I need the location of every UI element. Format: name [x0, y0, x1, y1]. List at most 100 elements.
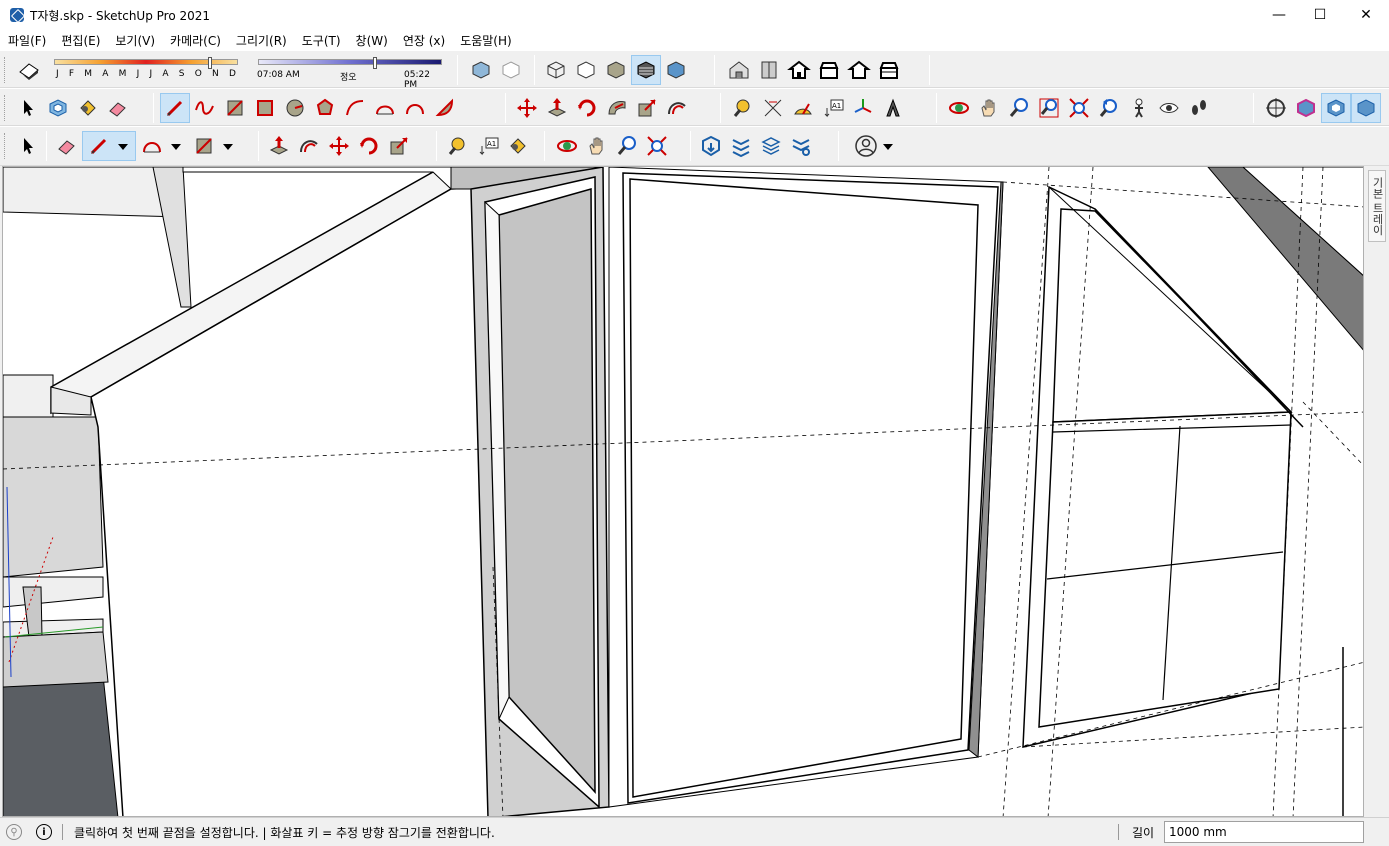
follow-me-icon[interactable] — [602, 93, 632, 123]
paint-bucket-icon[interactable] — [503, 131, 533, 161]
extension-manager-icon[interactable] — [786, 131, 816, 161]
menu-edit[interactable]: 편집(E) — [53, 32, 107, 49]
look-around-icon[interactable] — [1154, 93, 1184, 123]
top-view-icon[interactable] — [754, 55, 784, 85]
text-tool-icon[interactable]: A1 — [818, 93, 848, 123]
display-section-cuts-icon[interactable] — [1321, 93, 1351, 123]
make-component-icon[interactable] — [43, 93, 73, 123]
default-tray-tab[interactable]: 기본 트레이 — [1368, 170, 1386, 242]
display-section-fill-icon[interactable] — [1351, 93, 1381, 123]
iso-view-icon[interactable] — [724, 55, 754, 85]
rotated-rectangle-icon[interactable] — [250, 93, 280, 123]
account-dropdown[interactable] — [846, 131, 902, 161]
rotate-tool-icon[interactable] — [572, 93, 602, 123]
zoom-tool-icon[interactable] — [612, 131, 642, 161]
eraser-tool-icon[interactable] — [52, 131, 82, 161]
freehand-tool-icon[interactable] — [190, 93, 220, 123]
move-tool-icon[interactable] — [512, 93, 542, 123]
shadow-toggle-icon[interactable] — [14, 55, 44, 85]
toolbar-grip[interactable] — [4, 95, 7, 121]
protractor-icon[interactable] — [788, 93, 818, 123]
line-tool-dropdown[interactable] — [82, 131, 136, 161]
three-point-arc-icon[interactable] — [400, 93, 430, 123]
scale-tool-icon[interactable] — [632, 93, 662, 123]
section-plane-icon[interactable] — [1261, 93, 1291, 123]
offset-tool-icon[interactable] — [662, 93, 692, 123]
month-slider-thumb[interactable] — [208, 57, 212, 69]
menu-tools[interactable]: 도구(T) — [294, 32, 348, 49]
rectangle-tool-dropdown[interactable] — [188, 131, 240, 161]
line-tool-icon[interactable] — [160, 93, 190, 123]
select-tool-icon[interactable] — [13, 93, 43, 123]
3d-warehouse-icon[interactable] — [696, 131, 726, 161]
left-view-icon[interactable] — [874, 55, 904, 85]
position-camera-icon[interactable] — [1124, 93, 1154, 123]
pie-tool-icon[interactable] — [430, 93, 460, 123]
model-viewport[interactable] — [2, 166, 1364, 817]
menu-window[interactable]: 창(W) — [348, 32, 395, 49]
back-view-icon[interactable] — [844, 55, 874, 85]
maximize-button[interactable]: ☐ — [1297, 0, 1343, 30]
rectangle-tool-icon[interactable] — [220, 93, 250, 123]
shaded-textures-style-icon[interactable] — [631, 55, 661, 85]
menu-file[interactable]: 파일(F) — [0, 32, 53, 49]
menu-draw[interactable]: 그리기(R) — [228, 32, 294, 49]
axes-tool-icon[interactable] — [848, 93, 878, 123]
arc-tool-icon[interactable] — [340, 93, 370, 123]
pan-tool-icon[interactable] — [582, 131, 612, 161]
tape-measure-icon[interactable] — [443, 131, 473, 161]
zoom-extents-icon[interactable] — [642, 131, 672, 161]
minimize-button[interactable]: — — [1256, 0, 1302, 30]
paint-bucket-icon[interactable] — [73, 93, 103, 123]
zoom-extents-icon[interactable] — [1064, 93, 1094, 123]
wireframe-style-icon[interactable] — [541, 55, 571, 85]
rotate-tool-icon[interactable] — [354, 131, 384, 161]
two-point-arc-icon[interactable] — [370, 93, 400, 123]
menu-camera[interactable]: 카메라(C) — [162, 32, 228, 49]
menu-view[interactable]: 보기(V) — [107, 32, 162, 49]
geo-location-icon[interactable]: ⚲ — [6, 824, 22, 840]
shaded-style-icon[interactable] — [601, 55, 631, 85]
right-view-icon[interactable] — [814, 55, 844, 85]
menu-extensions[interactable]: 연장 (x) — [395, 32, 452, 49]
orbit-tool-icon[interactable] — [552, 131, 582, 161]
eraser-tool-icon[interactable] — [103, 93, 133, 123]
monochrome-style-icon[interactable] — [661, 55, 691, 85]
move-tool-icon[interactable] — [324, 131, 354, 161]
separator — [436, 131, 437, 161]
menu-help[interactable]: 도움말(H) — [452, 32, 519, 49]
tape-measure-icon[interactable] — [728, 93, 758, 123]
shadow-month-slider[interactable]: JFMAMJJASOND — [50, 55, 240, 85]
zoom-window-icon[interactable] — [1034, 93, 1064, 123]
pan-tool-icon[interactable] — [974, 93, 1004, 123]
arc-tool-dropdown[interactable] — [136, 131, 188, 161]
zoom-tool-icon[interactable] — [1004, 93, 1034, 123]
toolbar-grip[interactable] — [4, 57, 7, 83]
close-button[interactable]: ✕ — [1343, 0, 1389, 30]
orbit-tool-icon[interactable] — [944, 93, 974, 123]
dimension-tool-icon[interactable] — [758, 93, 788, 123]
info-icon[interactable]: i — [36, 824, 52, 840]
circle-tool-icon[interactable] — [280, 93, 310, 123]
time-slider-thumb[interactable] — [373, 57, 377, 69]
text-tool-icon[interactable]: A1 — [473, 131, 503, 161]
toolbar-grip[interactable] — [4, 133, 7, 159]
select-tool-icon[interactable] — [13, 131, 43, 161]
offset-tool-icon[interactable] — [294, 131, 324, 161]
front-view-icon[interactable] — [784, 55, 814, 85]
hidden-line-style-icon[interactable] — [571, 55, 601, 85]
walk-tool-icon[interactable] — [1184, 93, 1214, 123]
push-pull-icon[interactable] — [542, 93, 572, 123]
push-pull-icon[interactable] — [264, 131, 294, 161]
measurements-input[interactable] — [1164, 821, 1364, 843]
back-edges-style-icon[interactable] — [496, 55, 526, 85]
3d-text-icon[interactable] — [878, 93, 908, 123]
display-section-planes-icon[interactable] — [1291, 93, 1321, 123]
extension-warehouse-icon[interactable] — [726, 131, 756, 161]
xray-style-icon[interactable] — [466, 55, 496, 85]
previous-view-icon[interactable] — [1094, 93, 1124, 123]
layout-send-icon[interactable] — [756, 131, 786, 161]
polygon-tool-icon[interactable] — [310, 93, 340, 123]
shadow-time-slider[interactable]: 07:08 AM 정오 05:22 PM — [254, 55, 444, 90]
scale-tool-icon[interactable] — [384, 131, 414, 161]
